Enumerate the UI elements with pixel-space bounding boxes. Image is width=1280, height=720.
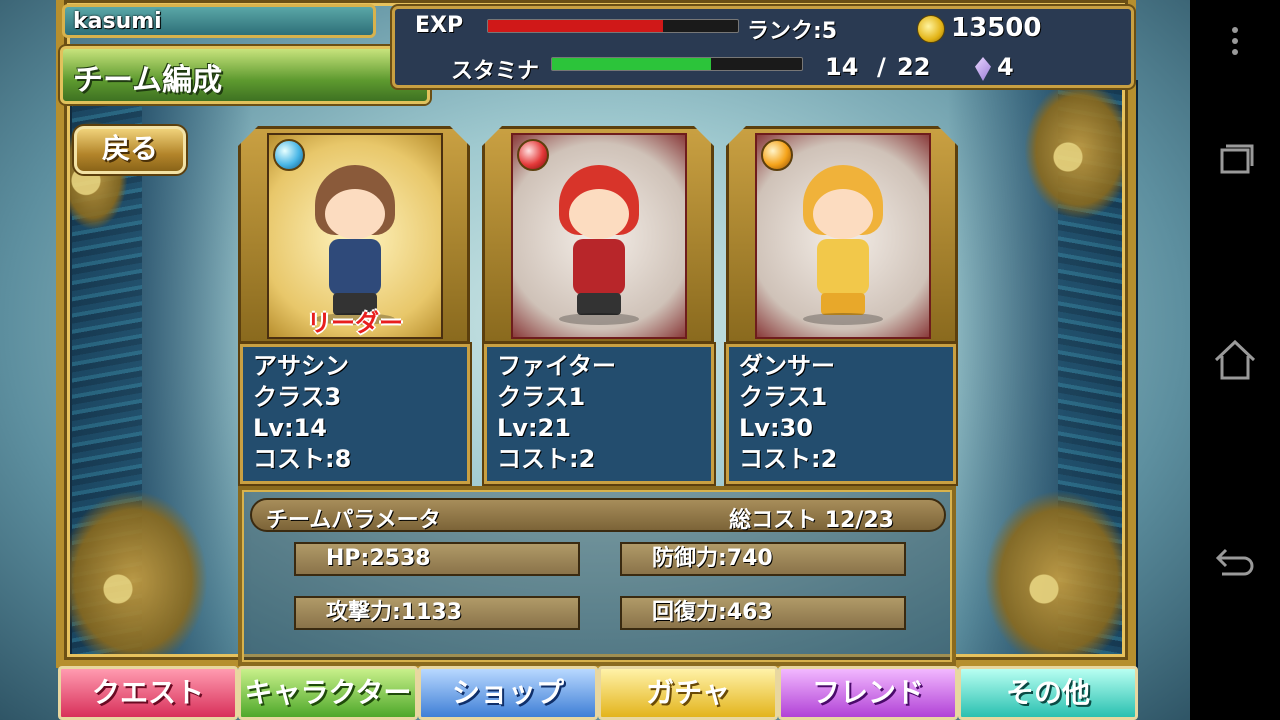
character-cost: コスト:8 <box>253 445 352 473</box>
legs <box>821 293 865 315</box>
rank-text: ランク:5 <box>747 19 838 44</box>
overflow-menu-button[interactable] <box>1210 16 1260 66</box>
ornament-bottom-left <box>58 490 208 670</box>
ornament-top-right <box>1024 80 1134 220</box>
nav-gacha-button[interactable]: ガチャ <box>598 666 778 720</box>
nav-friend-button[interactable]: フレンド <box>778 666 958 720</box>
character-level: Lv:30 <box>739 414 813 442</box>
ornament-bottom-right <box>984 490 1134 670</box>
shadow <box>559 313 639 325</box>
player-name-plate: kasumi <box>62 4 376 38</box>
bottom-nav: クエスト キャラクター ショップ ガチャ フレンド その他 <box>58 666 1138 720</box>
card-portrait-frame: リーダー <box>267 133 443 339</box>
character-class: クラス1 <box>497 383 586 411</box>
character-name: ファイター <box>497 352 617 380</box>
recovery-stat: 回復力:463 <box>620 596 906 630</box>
stamina-separator: / <box>877 53 886 81</box>
character-class: クラス3 <box>253 383 342 411</box>
body <box>573 239 625 295</box>
stamina-current: 14 <box>825 53 859 81</box>
character-level: Lv:21 <box>497 414 571 442</box>
system-nav-bar <box>1190 0 1280 720</box>
status-panel: EXP ランク:5 スタミナ 14 / 22 13500 4 <box>392 6 1134 88</box>
team-slot-2-card[interactable] <box>482 126 714 344</box>
team-slot-3-card[interactable] <box>726 126 958 344</box>
exp-label: EXP <box>415 13 464 38</box>
character-cost: コスト:2 <box>497 445 596 473</box>
screen-title-plate: チーム編成 <box>60 46 430 104</box>
assassin-portrait <box>295 165 415 325</box>
back-button[interactable]: 戻る <box>74 126 186 174</box>
gold-amount: 13500 <box>951 13 1042 43</box>
team-slot-1-info[interactable]: アサシン クラス3 Lv:14 コスト:8 <box>240 344 470 484</box>
overflow-menu-icon <box>1232 27 1238 55</box>
recents-icon <box>1220 144 1254 174</box>
hp-stat: HP:2538 <box>294 542 580 576</box>
character-class: クラス1 <box>739 383 828 411</box>
nav-shop-button[interactable]: ショップ <box>418 666 598 720</box>
gem-icon <box>975 57 991 81</box>
shadow <box>803 313 883 325</box>
attack-stat: 攻撃力:1133 <box>294 596 580 630</box>
coin-icon <box>917 15 945 43</box>
stamina-bar <box>551 57 803 71</box>
body <box>329 239 381 295</box>
exp-bar <box>487 19 739 33</box>
legs <box>577 293 621 315</box>
fighter-portrait <box>539 165 659 325</box>
team-slot-1-card[interactable]: リーダー <box>238 126 470 344</box>
exp-bar-fill <box>488 20 663 32</box>
total-cost: 総コスト 12/23 <box>729 508 894 533</box>
character-cost: コスト:2 <box>739 445 838 473</box>
team-parameters-header: チームパラメータ 総コスト 12/23 <box>250 498 946 533</box>
home-icon <box>1214 339 1256 380</box>
back-icon <box>1215 548 1254 576</box>
team-slot-3-info[interactable]: ダンサー クラス1 Lv:30 コスト:2 <box>726 344 956 484</box>
body <box>817 239 869 295</box>
character-name: ダンサー <box>739 352 835 380</box>
leader-badge: リーダー <box>307 309 403 337</box>
stamina-label: スタミナ <box>451 59 540 84</box>
face <box>325 189 385 239</box>
dancer-portrait <box>783 165 903 325</box>
card-portrait-frame <box>755 133 931 339</box>
team-parameters-title: チームパラメータ <box>266 508 441 533</box>
defense-stat: 防御力:740 <box>620 542 906 576</box>
game-screen: kasumi チーム編成 EXP ランク:5 スタミナ 14 / 22 1350… <box>0 0 1190 720</box>
back-system-button[interactable] <box>1210 536 1260 586</box>
recents-button[interactable] <box>1210 134 1260 184</box>
nav-quest-button[interactable]: クエスト <box>58 666 238 720</box>
home-button[interactable] <box>1210 334 1260 384</box>
stamina-max: 22 <box>897 53 931 81</box>
nav-character-button[interactable]: キャラクター <box>238 666 418 720</box>
character-level: Lv:14 <box>253 414 327 442</box>
page-title: チーム編成 <box>73 63 223 98</box>
gem-count: 4 <box>997 53 1014 81</box>
face <box>813 189 873 239</box>
card-portrait-frame <box>511 133 687 339</box>
face <box>569 189 629 239</box>
nav-other-button[interactable]: その他 <box>958 666 1138 720</box>
character-name: アサシン <box>253 352 349 380</box>
team-parameters-panel: チームパラメータ 総コスト 12/23 HP:2538 防御力:740 攻撃力:… <box>238 486 956 666</box>
team-slot-2-info[interactable]: ファイター クラス1 Lv:21 コスト:2 <box>484 344 714 484</box>
stamina-bar-fill <box>552 58 712 70</box>
player-name: kasumi <box>73 9 162 34</box>
